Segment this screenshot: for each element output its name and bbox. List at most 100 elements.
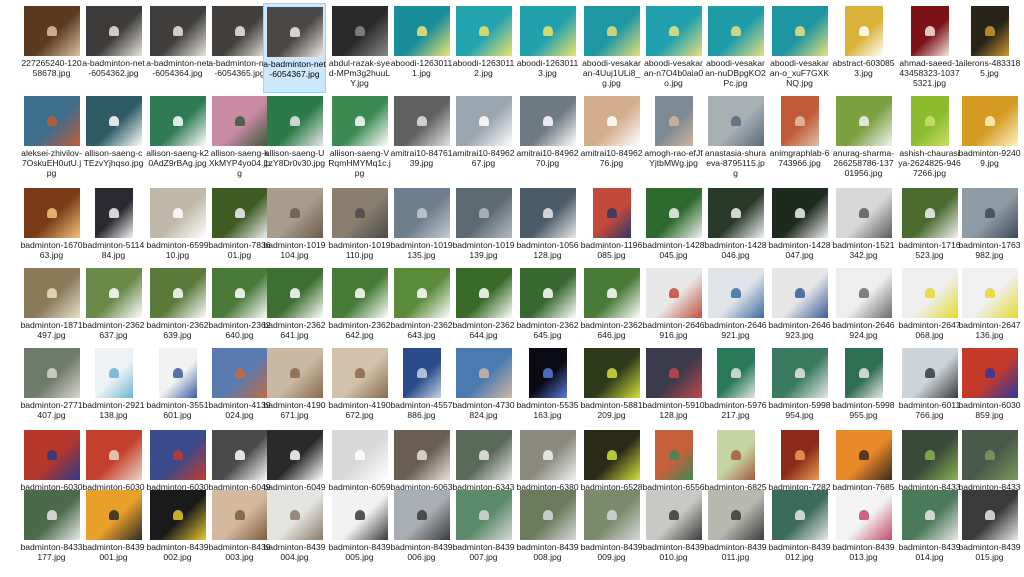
file-item[interactable]: badminton-2362642.jpg <box>328 265 391 355</box>
file-item[interactable]: allison-saeng-kXkMYP4yo04.jpg <box>208 93 271 183</box>
file-item[interactable]: badminton-8439007.jpg <box>452 487 515 577</box>
file-item[interactable]: badminton-4730824.jpg <box>452 345 515 435</box>
file-item[interactable]: badminton-1019139.jpg <box>452 185 515 275</box>
file-item[interactable]: amitrai10-8496267.jpg <box>452 93 515 183</box>
file-item[interactable]: badminton-6011766.jpg <box>898 345 961 435</box>
file-item[interactable]: 227265240-12058678.jpg <box>20 3 83 93</box>
file-item[interactable]: ashish-chaurasiya-2624825-9467266.jpg <box>898 93 961 183</box>
file-item[interactable]: badminton-8439010.jpg <box>642 487 705 577</box>
file-item[interactable]: badminton-8439011.jpg <box>704 487 767 577</box>
file-item[interactable]: badminton-2362646.jpg <box>580 265 643 355</box>
file-item[interactable]: badminton-1196085.jpg <box>580 185 643 275</box>
file-item[interactable]: badminton-8439008.jpg <box>516 487 579 577</box>
file-item[interactable]: a-badminton-net-6054367.jpg <box>263 3 326 93</box>
file-item[interactable]: badminton-5881209.jpg <box>580 345 643 435</box>
file-item[interactable]: badminton-8433177.jpg <box>20 487 83 577</box>
file-item[interactable]: badminton-4190672.jpg <box>328 345 391 435</box>
file-item[interactable]: badminton-659910.jpg <box>146 185 209 275</box>
file-item[interactable]: badminton-2771407.jpg <box>20 345 83 435</box>
file-item[interactable]: amitrai10-8496276.jpg <box>580 93 643 183</box>
file-item[interactable]: badminton-1428047.jpg <box>768 185 831 275</box>
file-item[interactable]: allison-saeng-VRqmHMYMq1c.jpg <box>328 93 391 183</box>
file-item[interactable]: badminton-8439006.jpg <box>390 487 453 577</box>
file-item[interactable]: amitrai10-8476139.jpg <box>390 93 453 183</box>
file-item[interactable]: badminton-2362641.jpg <box>263 265 326 355</box>
file-item[interactable]: badminton-2362637.jpg <box>82 265 145 355</box>
file-item[interactable]: badminton-5535163.jpg <box>516 345 579 435</box>
file-item[interactable]: amogh-rao-efJfYjtbMWg.jpg <box>642 93 705 183</box>
file-item[interactable]: badminton-1019135.jpg <box>390 185 453 275</box>
file-item[interactable]: aboodi-12630113.jpg <box>516 3 579 93</box>
file-item[interactable]: badminton-1763982.jpg <box>958 185 1021 275</box>
file-item[interactable]: badminton-2362639.jpg <box>146 265 209 355</box>
file-item[interactable]: badminton-92409.jpg <box>958 93 1021 183</box>
file-item[interactable]: aboodi-vesakaran-4Uuj1ULi8_g.jpg <box>580 3 643 93</box>
file-item[interactable]: aleksei-zhivilov-7OskuEH0utU.jpg <box>20 93 83 183</box>
file-item[interactable]: badminton-8439003.jpg <box>208 487 271 577</box>
file-name: badminton-511484.jpg <box>82 240 145 260</box>
file-item[interactable]: badminton-8439005.jpg <box>328 487 391 577</box>
file-item[interactable]: aboodi-vesakaran-o_xuF7GXKNQ.jpg <box>768 3 831 93</box>
file-item[interactable]: badminton-2646923.jpg <box>768 265 831 355</box>
file-item[interactable]: animgraphlab-6743966.jpg <box>768 93 831 183</box>
file-item[interactable]: badminton-167063.jpg <box>20 185 83 275</box>
file-name: aboodi-vesakaran-o_xuF7GXKNQ.jpg <box>769 58 830 88</box>
file-item[interactable]: badminton-1019104.jpg <box>263 185 326 275</box>
file-item[interactable]: amitrai10-8496270.jpg <box>516 93 579 183</box>
file-item[interactable]: badminton-8439013.jpg <box>832 487 895 577</box>
file-item[interactable]: badminton-1428046.jpg <box>704 185 767 275</box>
file-item[interactable]: badminton-4139024.jpg <box>208 345 271 435</box>
file-item[interactable]: badminton-1428045.jpg <box>642 185 705 275</box>
file-item[interactable]: badminton-2362644.jpg <box>452 265 515 355</box>
file-item[interactable]: abdul-razak-syed-MPm3g2huuLY.jpg <box>328 3 391 93</box>
file-item[interactable]: badminton-2362645.jpg <box>516 265 579 355</box>
file-item[interactable]: badminton-5976217.jpg <box>704 345 767 435</box>
file-item[interactable]: badminton-2646924.jpg <box>832 265 895 355</box>
file-item[interactable]: badminton-5910128.jpg <box>642 345 705 435</box>
file-item[interactable]: badminton-8439009.jpg <box>580 487 643 577</box>
file-item[interactable]: badminton-2647136.jpg <box>958 265 1021 355</box>
file-item[interactable]: ahmad-saeed-143458323-10375321.jpg <box>898 3 961 93</box>
file-item[interactable]: badminton-2647068.jpg <box>898 265 961 355</box>
file-item[interactable]: badminton-5998955.jpg <box>832 345 895 435</box>
file-item[interactable]: badminton-8439001.jpg <box>82 487 145 577</box>
file-item[interactable]: allison-saeng-cTEzvYjhqso.jpg <box>82 93 145 183</box>
file-item[interactable]: aboodi-vesakaran-n7O4b0aia0o.jpg <box>642 3 705 93</box>
file-thumbnail <box>583 96 640 146</box>
file-thumbnail <box>455 188 512 238</box>
file-item[interactable]: badminton-2921138.jpg <box>82 345 145 435</box>
file-item[interactable]: badminton-1056128.jpg <box>516 185 579 275</box>
file-item[interactable]: badminton-1019110.jpg <box>328 185 391 275</box>
file-item[interactable]: allison-saeng-k20AdZ9rBAg.jpg <box>146 93 209 183</box>
file-item[interactable]: allison-saeng-U1zY8Dr0v30.jpg <box>263 93 326 183</box>
file-item[interactable]: badminton-6030859.jpg <box>958 345 1021 435</box>
file-item[interactable]: badminton-4190671.jpg <box>263 345 326 435</box>
file-item[interactable]: a-badminton-net-6054364.jpg <box>146 3 209 93</box>
file-item[interactable]: badminton-5998954.jpg <box>768 345 831 435</box>
file-item[interactable]: badminton-1716523.jpg <box>898 185 961 275</box>
file-item[interactable]: badminton-8439002.jpg <box>146 487 209 577</box>
file-item[interactable]: badminton-1521342.jpg <box>832 185 895 275</box>
file-item[interactable]: badminton-1871497.jpg <box>20 265 83 355</box>
file-item[interactable]: aboodi-vesakaran-nuDBpgKO2Pc.jpg <box>704 3 767 93</box>
file-item[interactable]: badminton-8439014.jpg <box>898 487 961 577</box>
file-item[interactable]: badminton-8439004.jpg <box>263 487 326 577</box>
file-item[interactable]: a-badminton-net-6054365.jpg <box>208 3 271 93</box>
file-item[interactable]: anurag-sharma-266258786-13701956.jpg <box>832 93 895 183</box>
file-item[interactable]: badminton-2646921.jpg <box>704 265 767 355</box>
file-item[interactable]: badminton-3551601.jpg <box>146 345 209 435</box>
file-item[interactable]: aboodi-12630112.jpg <box>452 3 515 93</box>
file-item[interactable]: badminton-2362643.jpg <box>390 265 453 355</box>
file-item[interactable]: badminton-8439012.jpg <box>768 487 831 577</box>
file-item[interactable]: badminton-8439015.jpg <box>958 487 1021 577</box>
file-item[interactable]: a-badminton-net-6054362.jpg <box>82 3 145 93</box>
file-item[interactable]: anastasia-shuraeva-8795115.jpg <box>704 93 767 183</box>
file-item[interactable]: badminton-511484.jpg <box>82 185 145 275</box>
file-item[interactable]: badminton-2362640.jpg <box>208 265 271 355</box>
file-item[interactable]: badminton-2646916.jpg <box>642 265 705 355</box>
file-item[interactable]: abstract-6030853.jpg <box>832 3 895 93</box>
file-item[interactable]: ailerons-4833185.jpg <box>958 3 1021 93</box>
file-item[interactable]: badminton-4557886.jpg <box>390 345 453 435</box>
file-item[interactable]: aboodi-12630111.jpg <box>390 3 453 93</box>
file-item[interactable]: badminton-783601.jpg <box>208 185 271 275</box>
